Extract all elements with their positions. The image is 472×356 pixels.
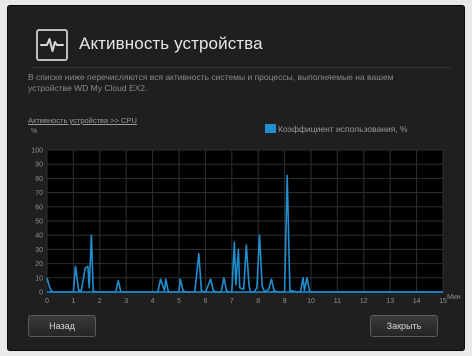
x-tick-label: 9 (283, 298, 287, 305)
x-tick-label: 2 (98, 298, 102, 305)
x-tick-label: 3 (124, 298, 128, 305)
y-tick-label: 90 (35, 162, 43, 169)
y-tick-label: 0 (39, 290, 43, 297)
x-tick-label: 0 (45, 298, 49, 305)
x-tick-label: 8 (256, 298, 260, 305)
y-tick-label: 10 (35, 275, 43, 282)
y-tick-label: 30 (35, 247, 43, 254)
y-tick-label: 40 (35, 233, 43, 240)
y-tick-label: 70 (35, 190, 43, 197)
y-tick-label: 60 (35, 204, 43, 211)
x-tick-label: 10 (307, 298, 315, 305)
y-tick-label: 20 (35, 261, 43, 268)
x-tick-label: 12 (360, 298, 368, 305)
cpu-usage-chart: 01020304050607080901000 1 2 3 4 5 6 7 8 9 10 11 12 13… (31, 148, 461, 306)
x-tick-label: 15 (439, 298, 447, 305)
y-tick-label: 50 (35, 219, 43, 226)
y-tick-label: 100 (31, 148, 43, 155)
x-axis-label: Мин (447, 294, 461, 301)
x-tick-label: 5 (177, 298, 181, 305)
x-tick-label: 6 (203, 298, 207, 305)
x-tick-label: 14 (413, 298, 421, 305)
x-tick-label: 11 (334, 298, 341, 305)
x-tick-label: 4 (151, 298, 155, 305)
x-tick-label: 7 (230, 298, 234, 305)
x-tick-label: 1 (71, 298, 75, 305)
x-tick-label: 13 (386, 298, 394, 305)
back-button[interactable]: Назад (28, 315, 96, 337)
close-button[interactable]: Закрыть (370, 315, 438, 337)
y-tick-label: 80 (35, 176, 43, 183)
